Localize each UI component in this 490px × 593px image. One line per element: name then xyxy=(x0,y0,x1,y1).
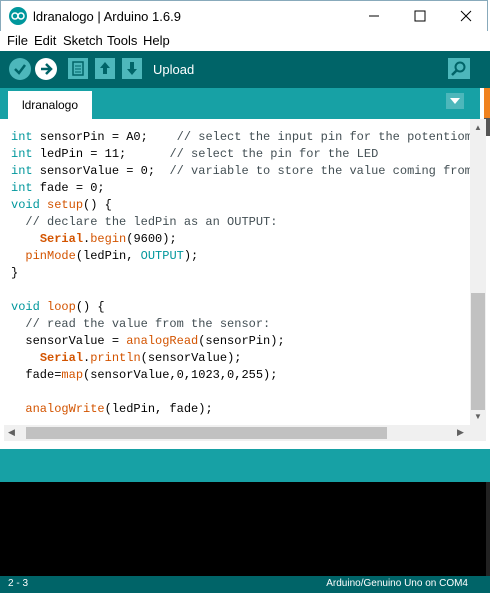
line-number: 2 - 3 xyxy=(8,578,29,589)
menu-sketch[interactable]: Sketch xyxy=(63,33,103,48)
tab-ldranalogo[interactable]: ldranalogo xyxy=(8,91,92,119)
close-icon xyxy=(460,10,472,22)
upload-icon xyxy=(41,63,53,75)
tab-menu-button[interactable] xyxy=(446,93,464,109)
scroll-right-icon[interactable]: ▶ xyxy=(457,427,464,438)
code-line-4: int fade = 0; xyxy=(11,181,105,195)
menu-edit[interactable]: Edit xyxy=(34,33,56,48)
new-icon xyxy=(72,61,84,76)
minimize-button[interactable] xyxy=(351,1,397,31)
status-message-area xyxy=(0,449,490,482)
close-button[interactable] xyxy=(443,1,489,31)
horizontal-scroll-thumb[interactable] xyxy=(26,427,387,439)
scrollbar-corner xyxy=(470,425,486,441)
open-icon xyxy=(100,62,110,74)
code-editor[interactable]: int sensorPin = A0; // select the input … xyxy=(4,119,470,425)
window-title: ldranalogo | Arduino 1.6.9 xyxy=(33,9,181,24)
serial-monitor-button[interactable] xyxy=(448,58,470,79)
toolbar: Upload xyxy=(0,51,490,88)
triangle-down-icon xyxy=(450,98,460,104)
verify-button[interactable] xyxy=(9,58,31,80)
code-line-1: int sensorPin = A0; // select the input … xyxy=(11,130,470,144)
upload-button[interactable] xyxy=(35,58,57,80)
scroll-down-icon[interactable]: ▼ xyxy=(474,412,482,421)
toolbar-hover-label: Upload xyxy=(153,62,195,77)
code-line-2: int ledPin = 11; // select the pin for t… xyxy=(11,147,379,161)
code-line-8: pinMode(ledPin, OUTPUT); xyxy=(25,249,199,263)
code-line-15: fade=map(sensorValue,0,1023,0,255); xyxy=(11,368,278,382)
code-line-7: Serial.begin(9600); xyxy=(39,232,177,246)
vertical-scroll-thumb[interactable] xyxy=(471,293,485,410)
scroll-up-icon[interactable]: ▲ xyxy=(474,123,482,132)
vertical-scrollbar[interactable]: ▲ ▼ xyxy=(470,119,486,425)
code-line-11: void loop() { xyxy=(11,300,105,314)
board-port: Arduino/Genuino Uno on COM4 xyxy=(326,578,468,589)
new-button[interactable] xyxy=(68,58,88,79)
menu-help[interactable]: Help xyxy=(143,33,170,48)
code-line-12: // read the value from the sensor: xyxy=(25,317,271,331)
save-icon xyxy=(127,62,137,75)
menu-tools[interactable]: Tools xyxy=(107,33,137,48)
open-button[interactable] xyxy=(95,58,115,79)
editor-divider[interactable] xyxy=(0,441,490,449)
status-bar: 2 - 3 Arduino/Genuino Uno on COM4 xyxy=(0,576,490,593)
minimize-icon xyxy=(369,15,379,17)
verify-icon xyxy=(14,64,26,75)
console-output[interactable] xyxy=(0,482,490,576)
code-line-14: Serial.println(sensorValue); xyxy=(39,351,242,365)
horizontal-scrollbar[interactable]: ◀ ▶ xyxy=(4,425,470,441)
magnifier-icon xyxy=(451,61,466,76)
code-line-6: // declare the ledPin as an OUTPUT: xyxy=(25,215,278,229)
maximize-button[interactable] xyxy=(397,1,443,31)
code-line-5: void setup() { xyxy=(11,198,112,212)
code-line-3: int sensorValue = 0; // variable to stor… xyxy=(11,164,470,178)
menu-file[interactable]: File xyxy=(7,33,28,48)
code-line-13: sensorValue = analogRead(sensorPin); xyxy=(11,334,285,348)
arduino-logo-icon xyxy=(9,7,27,25)
maximize-icon xyxy=(414,10,426,22)
console-scrollbar[interactable] xyxy=(486,482,490,576)
code-line-17: analogWrite(ledPin, fade); xyxy=(25,402,213,416)
scroll-left-icon[interactable]: ◀ xyxy=(8,427,15,438)
background-window-edge xyxy=(484,88,490,118)
code-line-9: } xyxy=(11,266,19,280)
save-button[interactable] xyxy=(122,58,142,79)
title-bar: ldranalogo | Arduino 1.6.9 xyxy=(0,0,488,31)
menu-bar: File Edit Sketch Tools Help xyxy=(0,31,490,51)
tab-bar: ldranalogo xyxy=(0,88,480,119)
